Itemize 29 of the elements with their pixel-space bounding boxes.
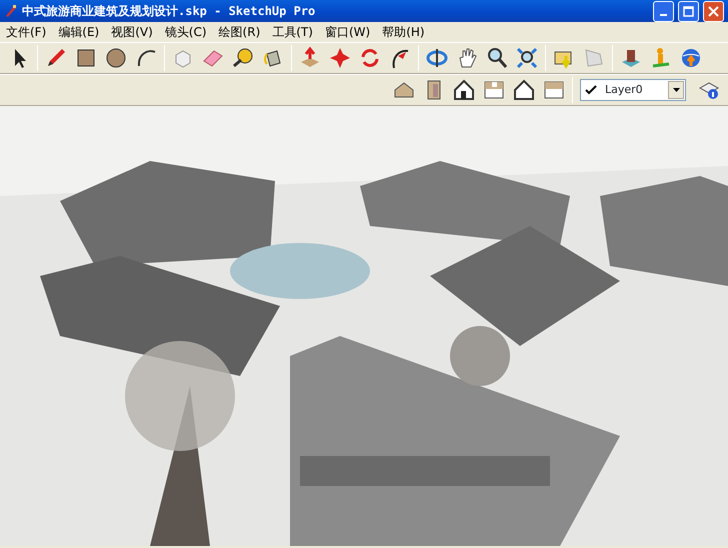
menu-item[interactable]: 视图(V) (105, 22, 159, 42)
orbit-icon (425, 46, 449, 70)
app-icon (4, 4, 18, 18)
menu-item[interactable]: 工具(T) (266, 22, 319, 42)
menu-item[interactable]: 编辑(E) (52, 22, 106, 42)
maximize-button[interactable] (678, 0, 699, 22)
zoom-icon (485, 46, 509, 70)
menu-item[interactable]: 镜头(C) (158, 22, 213, 42)
menu-item[interactable]: 绘图(R) (212, 22, 266, 42)
maximize-icon (683, 6, 694, 16)
zoom-extents-icon (515, 46, 539, 70)
close-button[interactable] (703, 0, 724, 22)
globe-icon (679, 46, 703, 70)
check-icon (585, 85, 597, 95)
close-icon (708, 6, 719, 16)
menu-item[interactable]: 窗口(W) (318, 22, 376, 42)
menu-item[interactable]: 文件(F) (0, 22, 52, 42)
minimize-button[interactable] (653, 0, 674, 22)
dropdown-button[interactable] (668, 81, 684, 99)
caret-icon (672, 88, 680, 92)
window-title: 中式旅游商业建筑及规划设计.skp - SketchUp Pro (22, 3, 316, 20)
minimize-icon (660, 14, 667, 16)
house-outline-icon (512, 78, 536, 102)
layer-name: Layer0 (604, 82, 644, 98)
menu-item[interactable]: 帮助(H) (376, 22, 431, 42)
circle-icon (104, 46, 128, 70)
move-icon (328, 46, 352, 70)
layer-dropdown[interactable]: Layer0 (580, 79, 686, 101)
house-icon (452, 78, 476, 102)
